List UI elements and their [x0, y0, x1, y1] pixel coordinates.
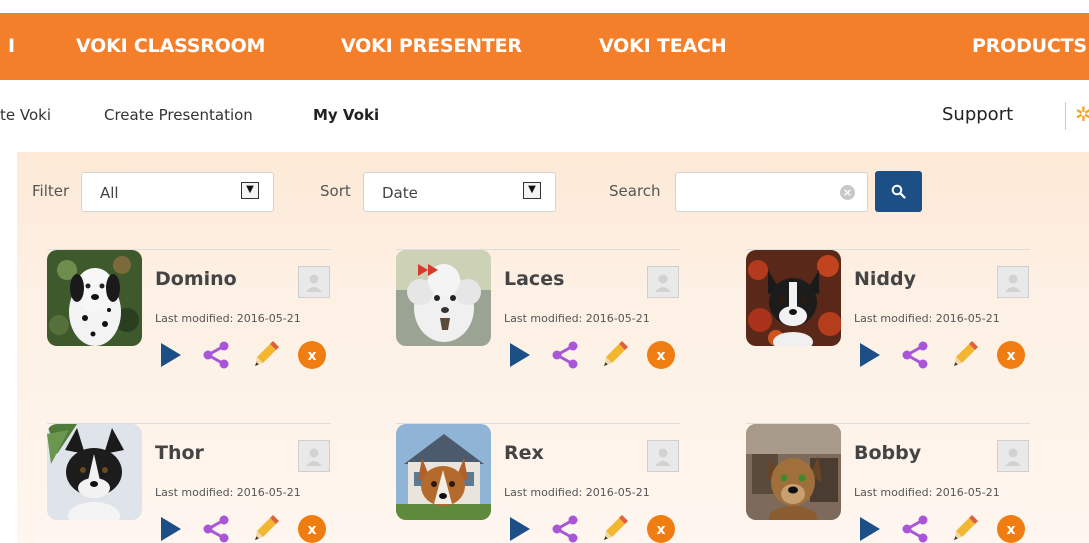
sort-value: Date	[382, 184, 418, 202]
voki-name[interactable]: Niddy	[854, 268, 916, 290]
user-avatar-icon	[298, 440, 330, 472]
pencil-icon[interactable]	[600, 340, 630, 370]
search-input[interactable]: ×	[675, 172, 868, 212]
play-icon[interactable]	[854, 514, 884, 543]
voki-thumbnail[interactable]	[396, 250, 491, 346]
search-label: Search	[609, 182, 661, 200]
sort-select[interactable]: Date ▼	[363, 172, 556, 212]
subnav-create-presentation[interactable]: Create Presentation	[104, 106, 253, 124]
voki-thumbnail[interactable]	[47, 250, 142, 346]
svg-text:x: x	[307, 348, 316, 364]
play-icon[interactable]	[155, 514, 185, 543]
voki-last-modified: Last modified: 2016-05-21	[504, 312, 650, 325]
nav-item-voki-presenter[interactable]: VOKI PRESENTER	[341, 13, 522, 80]
svg-text:x: x	[307, 522, 316, 538]
delete-icon[interactable]: x	[996, 340, 1026, 370]
nav-item-voki[interactable]: I	[8, 13, 15, 80]
pencil-icon[interactable]	[950, 340, 980, 370]
top-navigation-bar: I VOKI CLASSROOM VOKI PRESENTER VOKI TEA…	[0, 13, 1089, 80]
pencil-icon[interactable]	[600, 514, 630, 543]
my-voki-panel: Filter All ▼ Sort Date ▼ Search × Domino…	[17, 152, 1089, 543]
voki-card: Niddy Last modified: 2016-05-21 x	[746, 249, 1030, 379]
user-avatar-icon	[997, 266, 1029, 298]
delete-icon[interactable]: x	[297, 340, 327, 370]
user-avatar-icon	[647, 440, 679, 472]
voki-actions: x	[155, 514, 335, 543]
search-icon	[891, 184, 906, 199]
clear-icon[interactable]: ×	[840, 185, 855, 200]
voki-last-modified: Last modified: 2016-05-21	[854, 486, 1000, 499]
voki-actions: x	[504, 340, 684, 370]
voki-card: Rex Last modified: 2016-05-21 x	[396, 423, 680, 543]
voki-thumbnail[interactable]	[746, 424, 841, 520]
share-icon[interactable]	[550, 340, 580, 370]
voki-thumbnail[interactable]	[396, 424, 491, 520]
share-icon[interactable]	[201, 340, 231, 370]
share-icon[interactable]	[900, 340, 930, 370]
user-avatar-icon	[298, 266, 330, 298]
play-icon[interactable]	[504, 514, 534, 543]
voki-actions: x	[854, 340, 1034, 370]
svg-text:x: x	[656, 348, 665, 364]
nav-item-products[interactable]: PRODUCTS	[972, 13, 1087, 80]
user-avatar-icon	[997, 440, 1029, 472]
delete-icon[interactable]: x	[646, 514, 676, 543]
voki-actions: x	[504, 514, 684, 543]
delete-icon[interactable]: x	[646, 340, 676, 370]
nav-item-voki-teach[interactable]: VOKI TEACH	[599, 13, 727, 80]
share-icon[interactable]	[201, 514, 231, 543]
play-icon[interactable]	[155, 340, 185, 370]
pencil-icon[interactable]	[251, 340, 281, 370]
chevron-down-icon: ▼	[241, 182, 259, 199]
voki-thumbnail[interactable]	[47, 424, 142, 520]
nav-divider	[1065, 102, 1066, 130]
svg-text:x: x	[1006, 348, 1015, 364]
subnav-my-voki[interactable]: My Voki	[313, 106, 379, 124]
share-icon[interactable]	[550, 514, 580, 543]
voki-actions: x	[854, 514, 1034, 543]
voki-name[interactable]: Bobby	[854, 442, 921, 464]
sort-label: Sort	[320, 182, 351, 200]
voki-card: Laces Last modified: 2016-05-21 x	[396, 249, 680, 379]
filter-value: All	[100, 184, 119, 202]
voki-thumbnail[interactable]	[746, 250, 841, 346]
voki-name[interactable]: Thor	[155, 442, 204, 464]
play-icon[interactable]	[854, 340, 884, 370]
sub-navigation-bar: te Voki Create Presentation My Voki Supp…	[0, 88, 1089, 144]
voki-card: Thor Last modified: 2016-05-21 x	[47, 423, 331, 543]
voki-actions: x	[155, 340, 335, 370]
delete-icon[interactable]: x	[297, 514, 327, 543]
svg-text:x: x	[656, 522, 665, 538]
chevron-down-icon: ▼	[523, 182, 541, 199]
play-icon[interactable]	[504, 340, 534, 370]
filter-label: Filter	[32, 182, 70, 200]
delete-icon[interactable]: x	[996, 514, 1026, 543]
search-button[interactable]	[875, 171, 922, 212]
voki-name[interactable]: Domino	[155, 268, 237, 290]
voki-last-modified: Last modified: 2016-05-21	[504, 486, 650, 499]
filter-select[interactable]: All ▼	[81, 172, 274, 212]
pencil-icon[interactable]	[251, 514, 281, 543]
voki-name[interactable]: Rex	[504, 442, 544, 464]
voki-name[interactable]: Laces	[504, 268, 564, 290]
pencil-icon[interactable]	[950, 514, 980, 543]
share-icon[interactable]	[900, 514, 930, 543]
subnav-create-voki[interactable]: te Voki	[0, 106, 51, 124]
gear-icon[interactable]: ✲	[1075, 102, 1089, 126]
voki-last-modified: Last modified: 2016-05-21	[155, 312, 301, 325]
svg-text:x: x	[1006, 522, 1015, 538]
support-link[interactable]: Support	[942, 104, 1013, 125]
user-avatar-icon	[647, 266, 679, 298]
voki-last-modified: Last modified: 2016-05-21	[854, 312, 1000, 325]
voki-card: Bobby Last modified: 2016-05-21 x	[746, 423, 1030, 543]
nav-item-voki-classroom[interactable]: VOKI CLASSROOM	[76, 13, 265, 80]
voki-last-modified: Last modified: 2016-05-21	[155, 486, 301, 499]
voki-card: Domino Last modified: 2016-05-21 x	[47, 249, 331, 379]
